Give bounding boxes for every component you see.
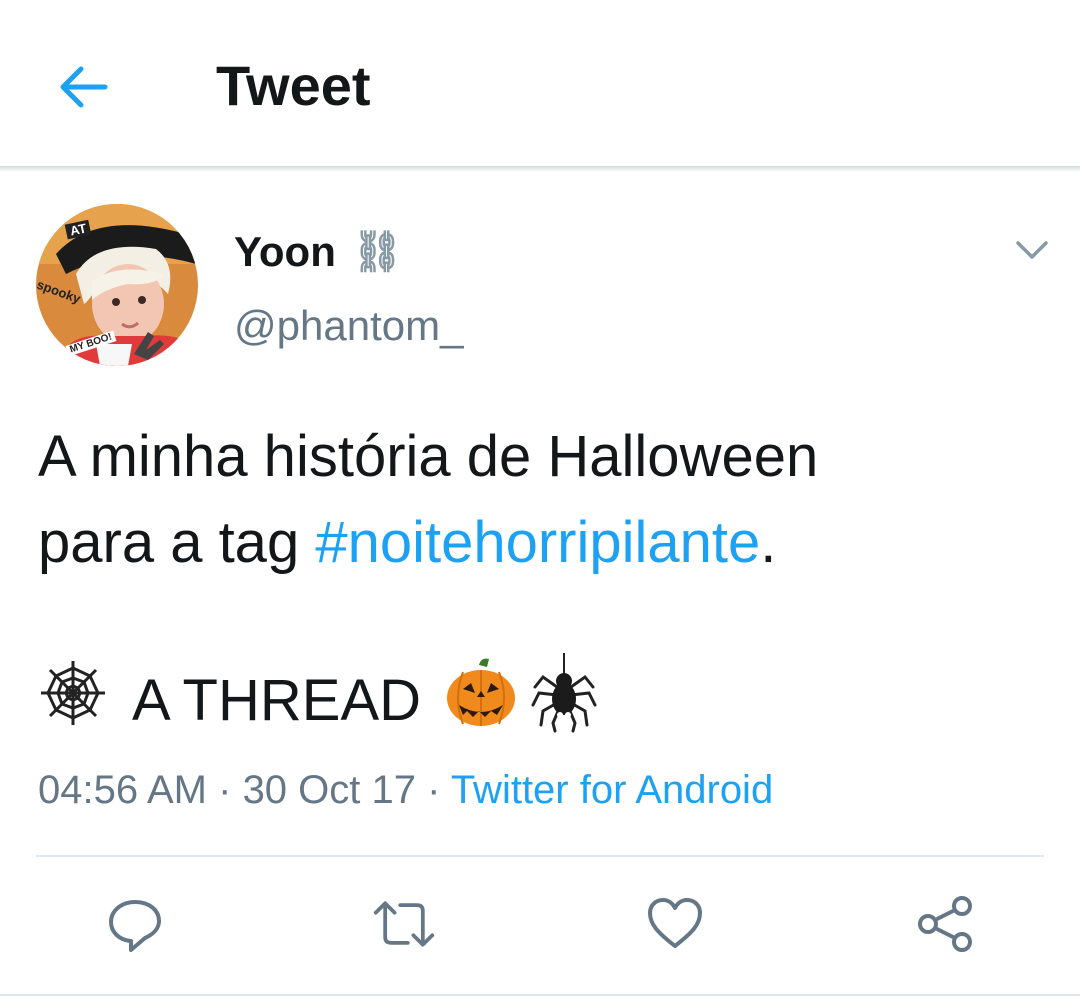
pumpkin-icon [443,655,519,745]
chevron-down-icon [1016,241,1048,259]
tweet-text-line2: para a tag #noitehorripilante. [38,500,1048,586]
author-name-text: Yoon [234,228,336,275]
tweet-source-link[interactable]: Twitter for Android [451,768,773,812]
retweet-button[interactable] [372,892,436,956]
author-display-name[interactable]: Yoon ⛓ [234,226,403,278]
meta-separator: · [416,768,451,812]
header-divider [0,166,1080,172]
hashtag-link[interactable]: #noitehorripilante [315,510,760,575]
tweet-detail-screen: Tweet AT spooky MY BOO! Yoon ⛓ @phantom_… [0,0,1080,1002]
tweet-time: 04:56 AM [38,768,208,812]
tweet-menu-button[interactable] [1008,230,1056,270]
author-handle[interactable]: @phantom_ [234,300,463,352]
back-button[interactable] [48,56,118,118]
share-icon [918,896,972,952]
thread-announcement: A THREAD [38,653,599,742]
tweet-text-prefix: para a tag [38,510,316,575]
tweet-text-line1: A minha história de Halloween [38,424,819,489]
chain-icon: ⛓ [351,230,403,274]
actions-divider [36,855,1044,857]
spider-icon [529,653,599,747]
retweet-icon [373,901,435,947]
tweet-meta: 04:56 AM · 30 Oct 17 · Twitter for Andro… [38,764,773,816]
thread-text: A THREAD [132,667,422,733]
reply-button[interactable] [103,892,167,956]
tweet-date: 30 Oct 17 [242,768,416,812]
reply-icon [109,900,161,952]
meta-separator: · [207,768,243,812]
like-button[interactable] [643,892,707,956]
page-title: Tweet [216,54,371,117]
app-header: Tweet [0,0,1080,168]
tweet-text: A minha história de Halloween para a tag… [38,414,1048,586]
arrow-left-icon [60,66,108,108]
avatar[interactable]: AT spooky MY BOO! [36,204,198,366]
share-button[interactable] [914,892,978,956]
heart-icon [648,898,702,948]
bottom-divider [0,994,1080,996]
spider-web-icon [38,658,108,742]
tweet-text-suffix: . [760,510,777,575]
